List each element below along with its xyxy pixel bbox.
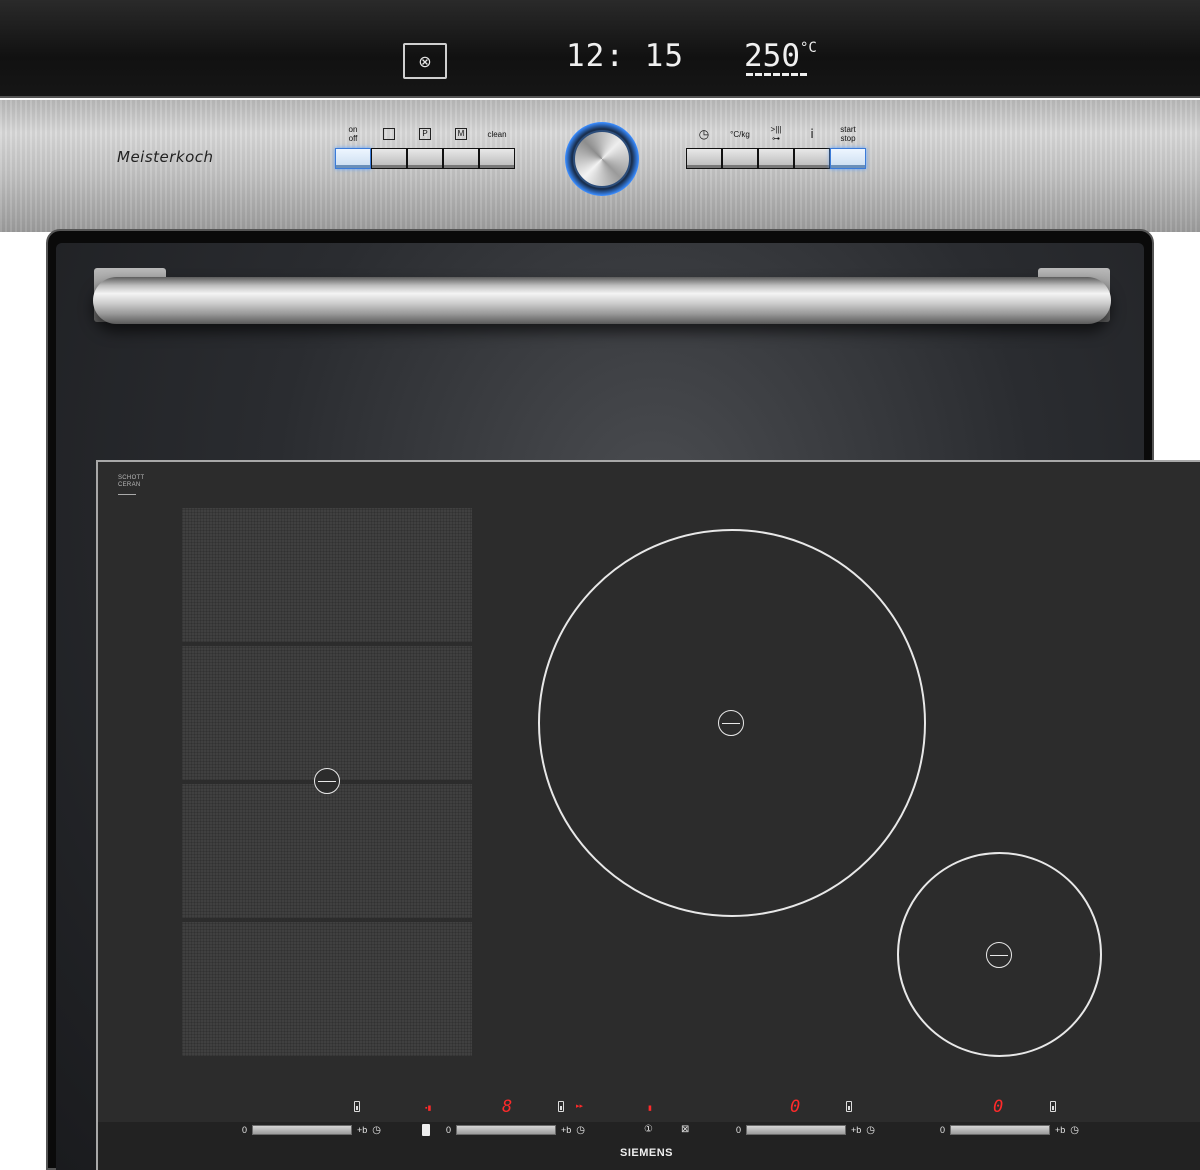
control-knob[interactable] — [573, 130, 631, 188]
flex-indicator-icon: ▪▮ — [425, 1105, 432, 1112]
zone-slider-2: 0 +b ◷ — [446, 1124, 585, 1136]
fan-icon[interactable]: ⊗ — [403, 43, 447, 79]
slider-min-label: 0 — [736, 1125, 742, 1135]
oven-door-handle[interactable] — [93, 277, 1111, 324]
temperature-weight-button[interactable] — [722, 148, 758, 169]
power-slider[interactable] — [950, 1125, 1051, 1135]
temperature-level-bars — [746, 73, 807, 76]
programme-button[interactable] — [407, 148, 443, 169]
meat-probe-icon: M — [443, 121, 479, 147]
programme-icon: P — [407, 121, 443, 147]
start-stop-button[interactable] — [830, 148, 866, 169]
timer-icon[interactable]: ◷ — [1070, 1125, 1079, 1136]
temperature-unit: °C — [800, 40, 817, 56]
flex-zone-segment[interactable] — [182, 784, 472, 918]
on-off-label: on off — [348, 125, 358, 143]
boost-button[interactable]: +b — [357, 1125, 367, 1135]
zone-slider-4: 0 +b ◷ — [940, 1124, 1079, 1136]
induction-logo-icon — [718, 710, 744, 736]
flex-zone-segment[interactable] — [182, 508, 472, 642]
clock-icon: ◷ — [698, 126, 710, 141]
info-button[interactable] — [794, 148, 830, 169]
square-mode-icon — [371, 121, 407, 147]
rapid-heat-lock-icon: >||| ⊶ — [770, 125, 782, 143]
temperature-display: 250°C — [744, 38, 817, 74]
boost-button[interactable]: +b — [1055, 1125, 1065, 1135]
clean-label: clean — [487, 129, 507, 139]
start-stop-label: start stop — [840, 125, 856, 143]
right-button-group: ◷ °C/kg >||| ⊶ i start stop — [686, 121, 866, 169]
temperature-value: 250 — [744, 38, 800, 74]
timer-icon[interactable]: ◷ — [866, 1125, 875, 1136]
timer-icon[interactable]: ◷ — [372, 1125, 381, 1136]
hob-brand-label: SIEMENS — [620, 1147, 674, 1159]
power-slider[interactable] — [746, 1125, 847, 1135]
timer-icon[interactable]: ◷ — [576, 1125, 585, 1136]
rapid-heat-lock-button[interactable] — [758, 148, 794, 169]
boost-button[interactable]: +b — [561, 1125, 571, 1135]
zone-indicator-icon — [846, 1101, 852, 1112]
power-icon[interactable]: ① — [644, 1124, 653, 1135]
brand-label: Meisterkoch — [117, 148, 214, 166]
zone-indicator-icon — [354, 1101, 360, 1112]
boost-indicator-icon: ▸▸ — [576, 1103, 584, 1110]
power-slider[interactable] — [456, 1125, 557, 1135]
power-level-display: 0 — [993, 1097, 1004, 1117]
induction-logo-icon — [314, 768, 340, 794]
glass-brand-label: SCHOTT CERAN — [118, 475, 145, 488]
child-lock-icon[interactable] — [422, 1124, 430, 1136]
clean-button[interactable] — [479, 148, 515, 169]
slider-min-label: 0 — [446, 1125, 452, 1135]
meat-probe-button[interactable] — [443, 148, 479, 169]
on-off-button[interactable] — [335, 148, 371, 169]
glass-brand-underline — [118, 494, 136, 495]
power-level-display: 8 — [502, 1097, 513, 1117]
zone-slider-1: 0 +b ◷ — [242, 1124, 381, 1136]
zone-slider-3: 0 +b ◷ — [736, 1124, 875, 1136]
power-level-display: 0 — [790, 1097, 801, 1117]
square-mode-button[interactable] — [371, 148, 407, 169]
clock-display: 12: 15 — [566, 38, 684, 74]
info-icon: i — [810, 126, 814, 141]
flex-zone-segment[interactable] — [182, 646, 472, 780]
left-button-group: on off P M clean — [335, 121, 515, 169]
power-slider[interactable] — [252, 1125, 353, 1135]
boost-button[interactable]: +b — [851, 1125, 861, 1135]
clock-button[interactable] — [686, 148, 722, 169]
slider-min-label: 0 — [940, 1125, 946, 1135]
induction-logo-icon — [986, 942, 1012, 968]
flex-zone-segment[interactable] — [182, 922, 472, 1056]
zone-indicator-icon — [1050, 1101, 1056, 1112]
wipe-protect-icon[interactable]: ⊠ — [681, 1124, 689, 1135]
temperature-weight-label: °C/kg — [730, 129, 750, 139]
zone-indicator-icon — [558, 1101, 564, 1112]
status-indicator-icon: ▮ — [648, 1105, 652, 1112]
slider-min-label: 0 — [242, 1125, 248, 1135]
